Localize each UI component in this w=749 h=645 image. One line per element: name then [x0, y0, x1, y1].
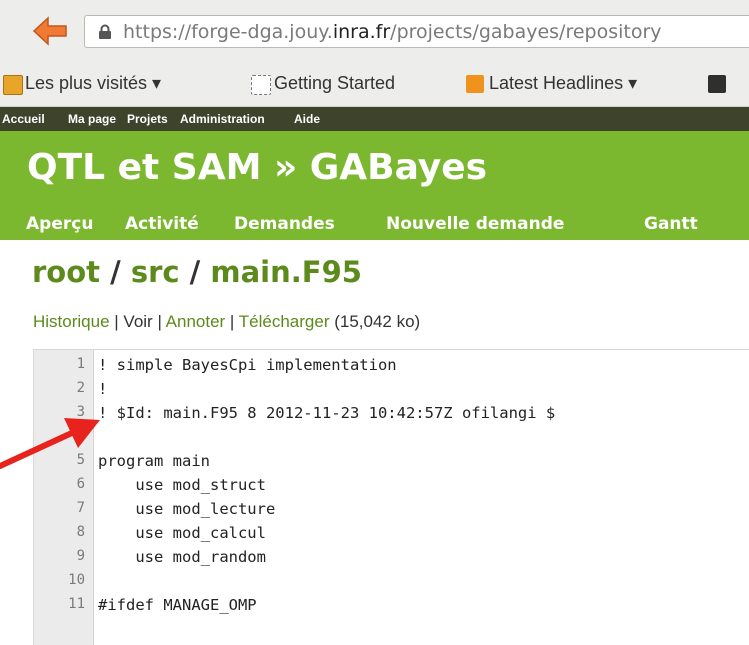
action-separator: | [152, 312, 166, 331]
code-text: use mod_calcul [98, 524, 266, 542]
file-actions: Historique | Voir | Annoter | Télécharge… [33, 312, 420, 332]
menu-projects[interactable]: Projets [127, 112, 168, 126]
code-text: use mod_lecture [98, 500, 276, 518]
line-number[interactable]: 8 [34, 524, 85, 540]
project-title[interactable]: QTL et SAM » GABayes [27, 147, 487, 188]
code-text: ! [98, 380, 108, 398]
back-arrow-icon[interactable] [30, 14, 70, 48]
line-number[interactable]: 9 [34, 548, 85, 564]
code-line: 7 use mod_lecture [34, 496, 749, 520]
download-link[interactable]: Télécharger [239, 312, 330, 331]
file-size: (15,042 ko) [329, 312, 421, 331]
code-text: ! simple BayesCpi implementation [98, 356, 397, 374]
rss-feed-icon [466, 75, 484, 93]
breadcrumb-src[interactable]: src [131, 255, 180, 289]
line-number[interactable]: 11 [34, 596, 85, 612]
view-link: Voir [123, 312, 153, 331]
action-separator: | [225, 312, 239, 331]
address-bar[interactable]: https://forge-dga.jouy.inra.fr/projects/… [84, 15, 749, 48]
code-line: 1 ! simple BayesCpi implementation [34, 352, 749, 376]
breadcrumb-root[interactable]: root [32, 255, 100, 289]
code-text: use mod_random [98, 548, 266, 566]
page-icon [251, 75, 271, 95]
code-line: 9 use mod_random [34, 544, 749, 568]
tab-overview[interactable]: Aperçu [26, 214, 93, 234]
code-line: 6 use mod_struct [34, 472, 749, 496]
line-number[interactable]: 7 [34, 500, 85, 516]
history-link[interactable]: Historique [33, 312, 110, 331]
bookmark-most-visited[interactable]: Les plus visités ▾ [25, 73, 161, 94]
lock-icon [99, 24, 111, 39]
line-number[interactable]: 2 [34, 380, 85, 396]
tab-gantt[interactable]: Gantt [644, 214, 698, 234]
code-text: ! $Id: main.F95 8 2012-11-23 10:42:57Z o… [98, 404, 556, 422]
breadcrumb-separator: / [179, 255, 211, 289]
code-text: use mod_struct [98, 476, 266, 494]
app-icon[interactable] [708, 75, 726, 93]
browser-toolbar: https://forge-dga.jouy.inra.fr/projects/… [0, 0, 749, 64]
breadcrumb-separator: / [100, 255, 131, 289]
code-view: 1 ! simple BayesCpi implementation 2! 3! … [33, 349, 749, 645]
folder-icon [3, 75, 23, 95]
tab-activity[interactable]: Activité [125, 214, 199, 234]
top-menu: Accueil Ma page Projets Administration A… [0, 107, 749, 131]
url-text: https://forge-dga.jouy.inra.fr/projects/… [123, 21, 662, 43]
code-line: 3! $Id: main.F95 8 2012-11-23 10:42:57Z … [34, 400, 749, 424]
tab-issues[interactable]: Demandes [234, 214, 335, 234]
project-header: QTL et SAM » GABayes Aperçu Activité Dem… [0, 131, 749, 240]
menu-administration[interactable]: Administration [180, 112, 265, 126]
code-text: #ifdef MANAGE_OMP [98, 596, 257, 614]
tab-new-issue[interactable]: Nouvelle demande [386, 214, 564, 234]
breadcrumb-file[interactable]: main.F95 [210, 255, 362, 289]
code-line: 10 [34, 568, 749, 592]
code-line: 11 #ifdef MANAGE_OMP [34, 592, 749, 616]
action-separator: | [109, 312, 124, 331]
code-line: 5 program main [34, 448, 749, 472]
annotate-link[interactable]: Annoter [166, 312, 226, 331]
bookmark-getting-started[interactable]: Getting Started [274, 73, 395, 94]
bookmarks-toolbar: Les plus visités ▾ Getting Started Lates… [0, 64, 749, 107]
bookmark-latest-headlines[interactable]: Latest Headlines ▾ [489, 73, 637, 94]
code-line: 2! [34, 376, 749, 400]
code-line: 8 use mod_calcul [34, 520, 749, 544]
code-text: program main [98, 452, 210, 470]
code-line: 4 [34, 424, 749, 448]
menu-home[interactable]: Accueil [2, 112, 45, 126]
annotation-arrow-icon [0, 418, 100, 469]
line-number[interactable]: 10 [34, 572, 85, 588]
menu-my-page[interactable]: Ma page [68, 112, 116, 126]
breadcrumb: root / src / main.F95 [32, 255, 362, 289]
line-number[interactable]: 1 [34, 356, 85, 372]
menu-help[interactable]: Aide [294, 112, 320, 126]
